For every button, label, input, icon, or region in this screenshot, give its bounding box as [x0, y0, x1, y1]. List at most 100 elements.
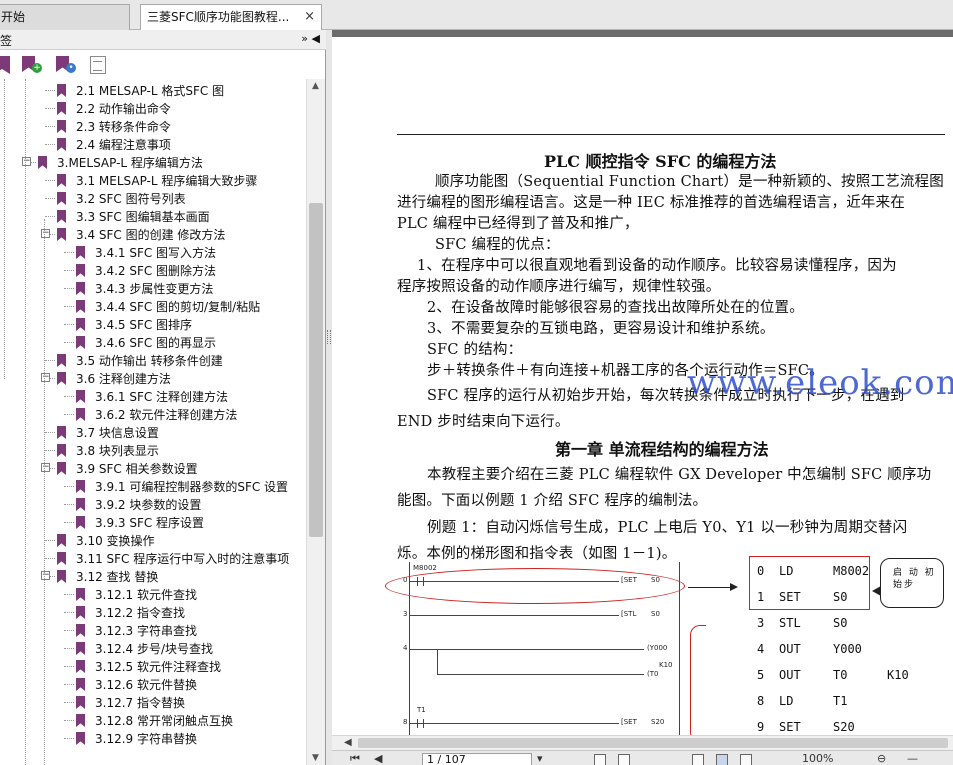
tree-guide	[25, 79, 26, 765]
collapse-toggle-icon[interactable]: −	[41, 571, 50, 580]
document-title: PLC 顺控指令 SFC 的编程方法	[544, 152, 777, 171]
bookmarks-panel-title: 签	[0, 34, 13, 48]
first-page-icon[interactable]: ⏮	[350, 752, 360, 765]
bookmark-item[interactable]: 3.9.3 SFC 程序设置	[0, 513, 306, 531]
tab-start-label: 开始	[1, 10, 26, 24]
tab-start[interactable]: 开始	[0, 4, 130, 30]
bookmark-item[interactable]: − 3.9 SFC 相关参数设置	[0, 459, 306, 477]
bookmark-icon	[76, 678, 85, 691]
splitter-grip-icon[interactable]	[327, 330, 331, 344]
bookmark-item[interactable]: 3.6.2 软元件注释创建方法	[0, 405, 306, 423]
bookmark-icon	[57, 354, 66, 367]
bookmark-search-icon[interactable]: •	[56, 56, 76, 74]
continuous-page-icon[interactable]	[716, 754, 728, 765]
tree-guide	[64, 504, 74, 505]
two-page-icon[interactable]	[740, 754, 752, 765]
zoom-slider-icon[interactable]: —	[907, 752, 918, 765]
bookmark-item[interactable]: 2.1 MELSAP-L 格式SFC 图	[0, 81, 306, 99]
bookmark-item[interactable]: − 3.6 注释创建方法	[0, 369, 306, 387]
collapse-panel-icon[interactable]: »	[301, 32, 308, 45]
instruction-op: LD	[779, 564, 794, 578]
bookmark-item[interactable]: 3.9.1 可编程控制器参数的SFC 设置	[0, 477, 306, 495]
bookmark-item[interactable]: 3.12.3 字符串查找	[0, 621, 306, 639]
scroll-left-icon[interactable]: ◀	[344, 737, 352, 748]
bookmark-item[interactable]: − 3.12 查找 替换	[0, 567, 306, 585]
bookmark-item[interactable]: 3.8 块列表显示	[0, 441, 306, 459]
single-page-icon[interactable]	[692, 754, 704, 765]
zoom-level[interactable]: 100%	[802, 752, 833, 765]
panel-menu-arrow-icon[interactable]: ◀	[312, 32, 320, 45]
header-rule	[397, 134, 945, 135]
bookmark-item[interactable]: 3.12.5 软元件注释查找	[0, 657, 306, 675]
fit-page-icon[interactable]	[618, 754, 630, 765]
bookmark-item[interactable]: 3.12.6 软元件替换	[0, 675, 306, 693]
previous-page-icon[interactable]: ◀	[374, 752, 382, 765]
bookmark-item[interactable]: 3.12.8 常开常闭触点互换	[0, 711, 306, 729]
paragraph-line: 2、在设备故障时能够很容易的查找出故障所处在的位置。	[427, 300, 804, 316]
zoom-out-icon[interactable]: ⊖	[877, 752, 886, 765]
bookmark-item[interactable]: 3.1 MELSAP-L 程序编辑大致步骤	[0, 171, 306, 189]
bookmark-item[interactable]: 3.4.5 SFC 图排序	[0, 315, 306, 333]
bookmark-label: 3.12.6 软元件替换	[95, 678, 197, 692]
collapse-toggle-icon[interactable]: −	[22, 157, 31, 166]
close-icon[interactable]: ×	[304, 5, 315, 29]
bookmark-item[interactable]: 3.12.7 指令替换	[0, 693, 306, 711]
tree-guide	[64, 486, 74, 487]
scroll-down-icon[interactable]: ▼	[312, 753, 319, 763]
watermark: www.eleok.com	[687, 363, 953, 403]
tab-document[interactable]: 三菱SFC顺序功能图教程... ×	[140, 4, 322, 31]
bookmark-icon	[76, 606, 85, 619]
bookmark-item[interactable]: 3.4.6 SFC 图的再显示	[0, 333, 306, 351]
bookmark-item[interactable]: 3.4.4 SFC 图的剪切/复制/粘贴	[0, 297, 306, 315]
bookmark-item[interactable]: 2.2 动作输出命令	[0, 99, 306, 117]
bookmark-item[interactable]: − 3.MELSAP-L 程序编辑方法	[0, 153, 306, 171]
bookmark-expand-icon[interactable]	[0, 56, 10, 74]
paragraph-line: 进行编程的图形编程语言。这是一种 IEC 标准推荐的首选编程语言，近年来在	[397, 195, 906, 211]
bookmark-item[interactable]: 3.5 动作输出 转移条件创建	[0, 351, 306, 369]
bookmark-icon	[76, 624, 85, 637]
bookmark-item[interactable]: 3.12.4 步号/块号查找	[0, 639, 306, 657]
bookmark-document-icon[interactable]	[90, 56, 106, 74]
bookmark-item[interactable]: 3.4.2 SFC 图删除方法	[0, 261, 306, 279]
bookmark-item[interactable]: 3.3 SFC 图编辑基本画面	[0, 207, 306, 225]
bookmark-item[interactable]: 2.4 编程注意事项	[0, 135, 306, 153]
instruction-row: 5 OUT T0 K10	[747, 668, 947, 688]
bookmark-icon	[76, 480, 85, 493]
bookmark-item[interactable]: 3.2 SFC 图符号列表	[0, 189, 306, 207]
bookmark-item[interactable]: 3.6.1 SFC 注释创建方法	[0, 387, 306, 405]
new-bookmark-icon[interactable]: +	[22, 56, 42, 74]
bookmark-item[interactable]: 3.11 SFC 程序运行中写入时的注意事项	[0, 549, 306, 567]
branch-line	[437, 649, 438, 675]
bookmark-item[interactable]: 3.12.1 软元件查找	[0, 585, 306, 603]
bookmark-item[interactable]: 3.12.2 指令查找	[0, 603, 306, 621]
collapse-toggle-icon[interactable]: −	[41, 373, 50, 382]
bookmark-icon	[76, 318, 85, 331]
bookmark-icon	[57, 444, 66, 457]
collapse-toggle-icon[interactable]: −	[41, 229, 50, 238]
rotate-page-icon[interactable]	[594, 754, 606, 765]
bookmark-item[interactable]: 3.4.1 SFC 图写入方法	[0, 243, 306, 261]
tree-guide	[64, 396, 74, 397]
ladder-label: 3	[403, 610, 408, 618]
horizontal-scroll-thumb[interactable]	[358, 738, 948, 748]
bookmark-item[interactable]: 3.12.9 字符串替换	[0, 729, 306, 747]
bookmarks-scroll-thumb[interactable]	[309, 203, 323, 537]
tree-guide	[64, 342, 74, 343]
bookmark-item[interactable]: 3.10 变换操作	[0, 531, 306, 549]
rung-line	[409, 615, 619, 616]
bookmark-item[interactable]: 2.3 转移条件命令	[0, 117, 306, 135]
bookmark-item[interactable]: − 3.4 SFC 图的创建 修改方法	[0, 225, 306, 243]
bookmark-item[interactable]: 3.9.2 块参数的设置	[0, 495, 306, 513]
collapse-toggle-icon[interactable]: −	[41, 463, 50, 472]
ladder-diagram: M8002 0 [SET S0 3 [STL S0 4 (Y000 K10 (T…	[385, 562, 738, 735]
page-dropdown-icon[interactable]: ▾	[537, 752, 543, 765]
bookmarks-scrollbar[interactable]: ▲ ▼	[306, 79, 325, 765]
bookmark-label: 3.12.2 指令查找	[95, 606, 185, 620]
document-horizontal-scrollbar[interactable]: ◀	[332, 735, 953, 750]
page-number-field[interactable]: 1 / 107	[422, 753, 532, 765]
bookmark-item[interactable]: 3.7 块信息设置	[0, 423, 306, 441]
bookmark-item[interactable]: 3.4.3 步属性变更方法	[0, 279, 306, 297]
bookmark-label: 3.2 SFC 图符号列表	[76, 192, 186, 206]
document-view[interactable]: PLC 顺控指令 SFC 的编程方法 顺序功能图（Sequential Func…	[332, 30, 953, 735]
scroll-up-icon[interactable]: ▲	[312, 81, 319, 91]
